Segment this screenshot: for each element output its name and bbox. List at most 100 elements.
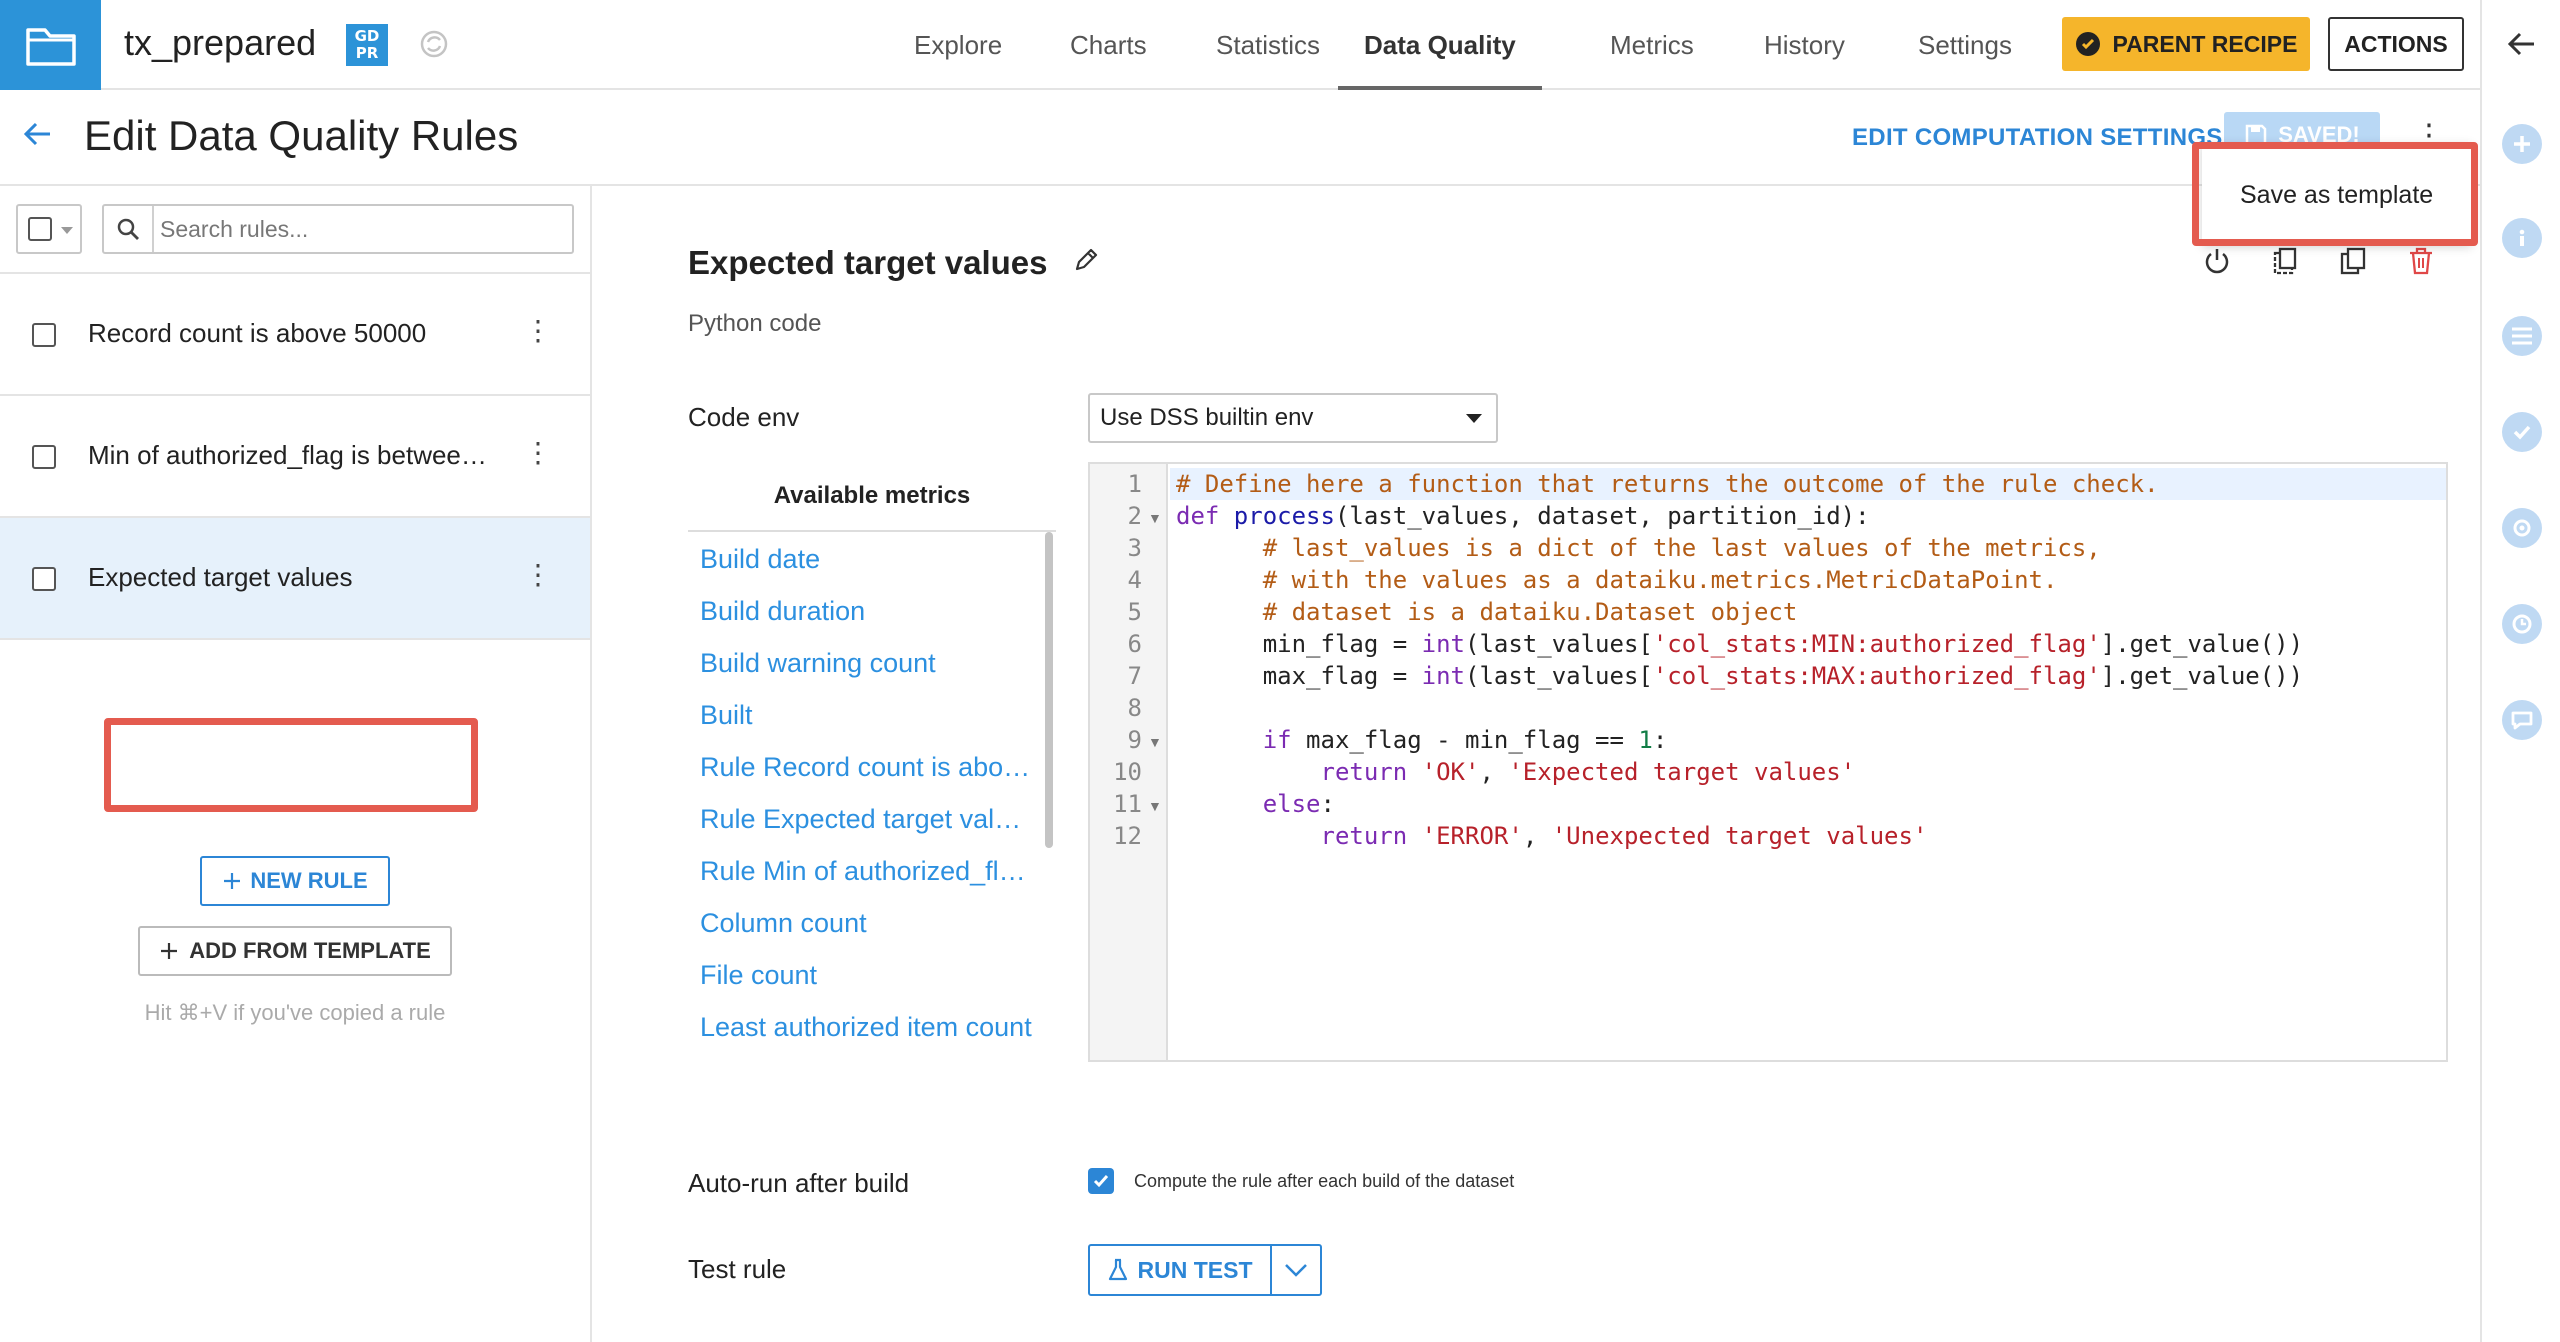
available-metrics-list: Build date Build duration Build warning … <box>688 530 1056 1050</box>
rule-label: Min of authorized_flag is between 0 and … <box>88 440 498 470</box>
add-icon[interactable] <box>2502 124 2542 164</box>
code-env-label: Code env <box>688 402 800 432</box>
metric-link[interactable]: Build warning count <box>700 648 1034 679</box>
search-row <box>0 186 590 274</box>
code-env-select[interactable]: Use DSS builtin env <box>1088 393 1498 443</box>
metric-link[interactable]: Column count <box>700 908 1034 939</box>
code-line: else: <box>1262 790 1335 818</box>
page-header: Edit Data Quality Rules EDIT COMPUTATION… <box>0 90 2480 186</box>
tab-metrics[interactable]: Metrics <box>1610 0 1694 90</box>
rule-item[interactable]: Min of authorized_flag is between 0 and … <box>0 396 590 518</box>
code-editor[interactable]: 1 2 3 4 5 6 7 8 9 10 11 12 ▼ ▼ ▼ # Defin… <box>1088 462 2448 1062</box>
metric-link[interactable]: Built <box>700 700 1034 731</box>
select-all-dropdown[interactable] <box>16 204 82 254</box>
duplicate-icon[interactable] <box>2338 246 2368 281</box>
folder-icon[interactable] <box>0 0 101 90</box>
code-line: return 'ERROR', 'Unexpected target value… <box>1320 822 1928 850</box>
rule-title: Expected target values <box>688 244 1048 281</box>
autorun-label: Auto-run after build <box>688 1168 910 1198</box>
metric-link[interactable]: Rule Min of authorized_flag is between 0… <box>700 856 1034 887</box>
chat-icon[interactable] <box>2502 700 2542 740</box>
autorun-checkbox[interactable] <box>1088 1168 1114 1194</box>
search-input[interactable] <box>160 206 570 252</box>
parent-recipe-button[interactable]: PARENT RECIPE <box>2062 17 2310 71</box>
clock-icon[interactable] <box>2502 604 2542 644</box>
tab-settings[interactable]: Settings <box>1918 0 2012 90</box>
check-icon[interactable] <box>2502 412 2542 452</box>
run-test-button-group: RUN TEST <box>1088 1244 1322 1296</box>
tab-data-quality[interactable]: Data Quality <box>1338 0 1542 90</box>
metrics-scrollbar[interactable] <box>1045 532 1053 848</box>
code-line: # with the values as a dataiku.metrics.M… <box>1262 566 2058 594</box>
dataset-name[interactable]: tx_prepared <box>124 22 316 64</box>
code-line: if max_flag - min_flag == 1: <box>1262 726 1668 754</box>
edit-computation-settings-link[interactable]: EDIT COMPUTATION SETTINGS <box>1852 124 2223 152</box>
info-icon[interactable] <box>2502 218 2542 258</box>
search-box[interactable] <box>102 204 574 254</box>
rule-checkbox[interactable] <box>32 567 56 591</box>
add-from-template-button[interactable]: ADD FROM TEMPLATE <box>138 926 452 976</box>
checkmark-icon <box>1093 1175 1109 1188</box>
autorun-description: Compute the rule after each build of the… <box>1134 1171 1515 1191</box>
metric-link[interactable]: Rule Expected target values <box>700 804 1034 835</box>
rule-label: Record count is above 50000 <box>88 318 427 348</box>
metric-link[interactable]: File count <box>700 960 1034 991</box>
flask-icon <box>1108 1258 1127 1281</box>
tab-charts[interactable]: Charts <box>1070 0 1147 90</box>
test-rule-label: Test rule <box>688 1254 787 1284</box>
rule-item[interactable]: Expected target values ⋮ <box>0 518 590 640</box>
actions-button[interactable]: ACTIONS <box>2328 17 2464 71</box>
code-line: max_flag = int(last_values['col_stats:MA… <box>1176 662 2304 690</box>
rule-menu-icon[interactable]: ⋮ <box>524 558 552 591</box>
fold-arrow-icon[interactable]: ▼ <box>1148 798 1162 814</box>
top-bar: tx_prepared GD PR Explore Charts Statisti… <box>0 0 2480 90</box>
gdpr-badge[interactable]: GD PR <box>346 24 388 66</box>
search-icon <box>104 206 154 252</box>
tab-statistics[interactable]: Statistics <box>1216 0 1320 90</box>
power-icon[interactable] <box>2202 246 2232 281</box>
list-icon[interactable] <box>2502 316 2542 356</box>
run-test-button[interactable]: RUN TEST <box>1090 1246 1272 1294</box>
rules-panel: Record count is above 50000 ⋮ Min of aut… <box>0 186 592 1342</box>
code-line: # Define here a function that returns th… <box>1176 470 2159 498</box>
delete-icon[interactable] <box>2406 246 2436 281</box>
chevron-down-icon <box>1285 1264 1307 1277</box>
caret-down-icon <box>1466 414 1482 423</box>
code-line: # dataset is a dataiku.Dataset object <box>1262 598 1798 626</box>
line-gutter: 1 2 3 4 5 6 7 8 9 10 11 12 ▼ ▼ ▼ <box>1090 464 1168 1060</box>
sync-icon[interactable] <box>418 28 450 65</box>
code-line: def process(last_values, dataset, partit… <box>1176 502 1870 530</box>
copy-to-clipboard-icon[interactable] <box>2270 246 2300 281</box>
select-all-checkbox[interactable] <box>28 217 52 241</box>
more-options-menu: Save as template <box>2202 143 2472 245</box>
rule-menu-icon[interactable]: ⋮ <box>524 314 552 347</box>
rule-checkbox[interactable] <box>32 323 56 347</box>
rule-checkbox[interactable] <box>32 445 56 469</box>
rule-type: Python code <box>688 310 822 337</box>
back-arrow-icon[interactable] <box>22 120 54 153</box>
metric-link[interactable]: Rule Record count is above 50000 <box>700 752 1034 783</box>
fold-arrow-icon[interactable]: ▼ <box>1148 734 1162 750</box>
code-line: return 'OK', 'Expected target values' <box>1320 758 1856 786</box>
tab-history[interactable]: History <box>1764 0 1845 90</box>
save-as-template-item[interactable]: Save as template <box>2240 181 2433 210</box>
metric-link[interactable]: Least authorized item count <box>700 1012 1034 1043</box>
plus-icon <box>224 873 241 889</box>
lab-icon[interactable] <box>2502 508 2542 548</box>
fold-arrow-icon[interactable]: ▼ <box>1148 510 1162 526</box>
metric-link[interactable]: Build date <box>700 544 1034 575</box>
collapse-arrow-icon[interactable] <box>2506 30 2538 63</box>
run-test-options-button[interactable] <box>1272 1246 1320 1294</box>
rule-label: Expected target values <box>88 562 353 592</box>
paste-hint: Hit ⌘+V if you've copied a rule <box>144 1000 446 1025</box>
rule-menu-icon[interactable]: ⋮ <box>524 436 552 469</box>
metric-link[interactable]: Build duration <box>700 596 1034 627</box>
recipe-icon <box>2075 32 2100 56</box>
new-rule-button[interactable]: NEW RULE <box>200 856 390 906</box>
rule-item[interactable]: Record count is above 50000 ⋮ <box>0 274 590 396</box>
right-sidebar <box>2480 0 2560 1342</box>
pencil-icon[interactable] <box>1072 246 1100 279</box>
chevron-down-icon <box>61 227 73 234</box>
tab-explore[interactable]: Explore <box>914 0 1002 90</box>
code-line: # last_values is a dict of the last valu… <box>1262 534 2101 562</box>
